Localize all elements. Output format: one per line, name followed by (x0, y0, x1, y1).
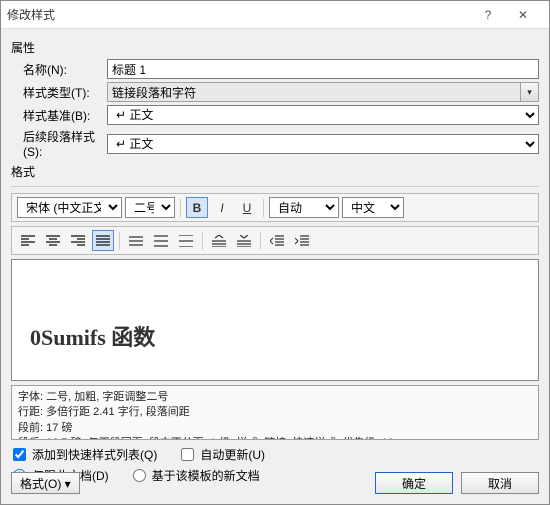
based-on-label: 样式基准(B): (11, 107, 107, 124)
font-toolbar: 宋体 (中文正文) 二号 B I U 自动 中文 (11, 193, 539, 222)
align-justify-button[interactable] (92, 230, 114, 251)
cancel-button[interactable]: 取消 (461, 472, 539, 494)
style-type-display: 链接段落和字符 (107, 82, 521, 102)
preview-pane: 0Sumifs 函数 (11, 259, 539, 381)
ok-button[interactable]: 确定 (375, 472, 453, 494)
help-button[interactable]: ? (473, 2, 503, 28)
auto-update-checkbox[interactable] (181, 448, 194, 461)
font-lang-select[interactable]: 中文 (342, 197, 404, 218)
font-family-select[interactable]: 宋体 (中文正文) (17, 197, 122, 218)
desc-line: 字体: 二号, 加粗, 字距调整二号 (18, 390, 532, 405)
space-before-inc-button[interactable] (208, 230, 230, 251)
paragraph-toolbar (11, 226, 539, 255)
name-input[interactable] (107, 59, 539, 79)
desc-line: 段前: 17 磅 (18, 421, 532, 436)
space-before-dec-button[interactable] (233, 230, 255, 251)
auto-update-label: 自动更新(U) (200, 446, 265, 463)
properties-section-label: 属性 (11, 39, 539, 56)
format-menu-button[interactable]: 格式(O) ▾ (11, 472, 80, 494)
based-on-select[interactable]: ↵ 正文 (107, 105, 539, 125)
titlebar: 修改样式 ? ✕ (1, 1, 549, 29)
modify-style-dialog: 修改样式 ? ✕ 属性 名称(N): 样式类型(T): 链接段落和字符 ▾ 样式… (0, 0, 550, 505)
add-to-quicklist-label: 添加到快速样式列表(Q) (32, 446, 157, 463)
line-spacing-15-button[interactable] (150, 230, 172, 251)
align-center-button[interactable] (42, 230, 64, 251)
underline-button[interactable]: U (236, 197, 258, 218)
name-label: 名称(N): (11, 61, 107, 78)
line-spacing-1-button[interactable] (125, 230, 147, 251)
desc-line: 段后: 16.5 磅, 与下段同页, 段中不分页, 1 级, 样式: 链接, 快… (18, 436, 532, 440)
style-type-label: 样式类型(T): (11, 84, 107, 101)
close-button[interactable]: ✕ (503, 2, 543, 28)
desc-line: 行距: 多倍行距 2.41 字行, 段落间距 (18, 405, 532, 420)
following-style-select[interactable]: ↵ 正文 (107, 134, 539, 154)
font-size-select[interactable]: 二号 (125, 197, 175, 218)
align-left-button[interactable] (17, 230, 39, 251)
indent-decrease-button[interactable] (266, 230, 288, 251)
italic-button[interactable]: I (211, 197, 233, 218)
preview-text: 0Sumifs 函数 (30, 320, 520, 352)
bold-button[interactable]: B (186, 197, 208, 218)
format-section-label: 格式 (11, 163, 539, 180)
font-color-select[interactable]: 自动 (269, 197, 339, 218)
add-to-quicklist-checkbox[interactable] (13, 448, 26, 461)
style-type-dropdown[interactable]: ▾ (521, 82, 539, 102)
align-right-button[interactable] (67, 230, 89, 251)
line-spacing-2-button[interactable] (175, 230, 197, 251)
style-description: 字体: 二号, 加粗, 字距调整二号 行距: 多倍行距 2.41 字行, 段落间… (11, 385, 539, 440)
dialog-title: 修改样式 (7, 6, 473, 23)
indent-increase-button[interactable] (291, 230, 313, 251)
following-label: 后续段落样式(S): (11, 128, 107, 159)
